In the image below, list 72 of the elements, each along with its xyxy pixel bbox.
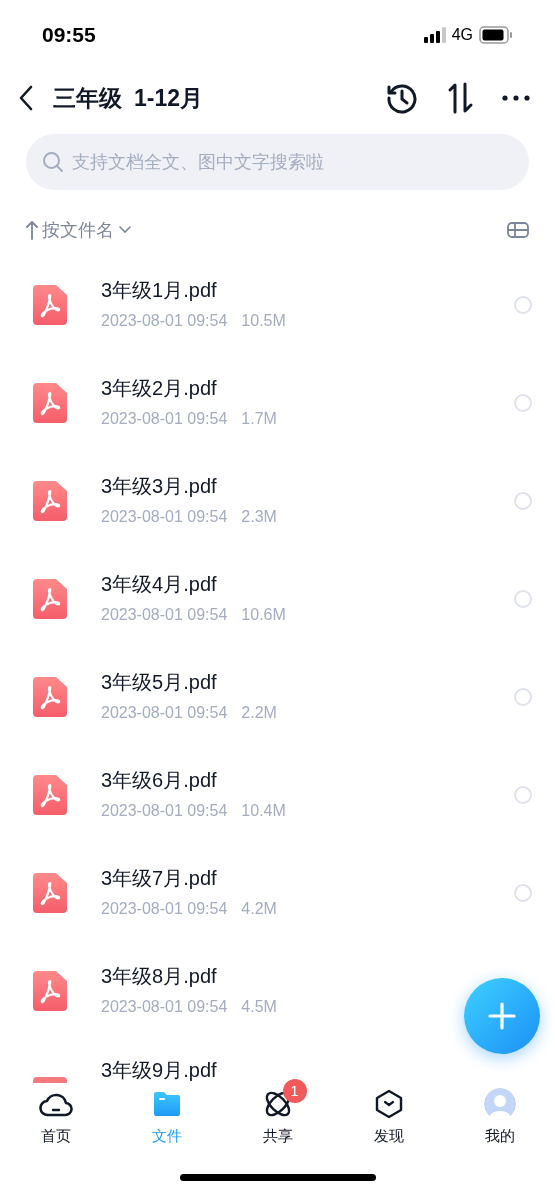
pdf-file-icon [33,285,67,325]
pdf-file-icon [33,1077,67,1083]
pdf-file-icon [33,775,67,815]
select-radio[interactable] [514,492,532,510]
file-date: 2023-08-01 09:54 [101,507,228,527]
file-date: 2023-08-01 09:54 [101,311,228,331]
file-size: 2.3M [241,507,277,527]
select-radio[interactable] [514,688,532,706]
file-name: 3年级6月.pdf [101,768,218,793]
file-name: 3年级1月.pdf [101,278,218,303]
file-row[interactable]: 3年级1月.pdf 2023-08-01 09:54 10.5M [0,256,555,354]
avatar-icon [483,1088,516,1120]
more-icon [502,95,530,101]
chevron-down-icon [118,225,132,235]
file-size: 4.2M [241,899,277,919]
signal-icon [423,27,446,43]
file-date: 2023-08-01 09:54 [101,801,228,821]
file-row[interactable]: 3年级6月.pdf 2023-08-01 09:54 10.4M [0,746,555,844]
history-button[interactable] [385,81,419,115]
file-size: 4.5M [241,997,277,1017]
pdf-file-icon [33,579,67,619]
file-row[interactable]: 3年级2月.pdf 2023-08-01 09:54 1.7M [0,354,555,452]
file-date: 2023-08-01 09:54 [101,997,228,1017]
folder-title: 三年级 [53,83,122,113]
file-name: 3年级7月.pdf [101,866,218,891]
select-radio[interactable] [514,590,532,608]
plus-icon [487,1001,517,1031]
file-size: 10.4M [241,801,286,821]
file-date: 2023-08-01 09:54 [101,703,228,723]
pdf-file-icon [33,873,67,913]
view-toggle-button[interactable] [507,220,529,240]
pdf-file-icon [33,971,67,1011]
file-date: 2023-08-01 09:54 [101,409,228,429]
file-name: 3年级8月.pdf [101,964,218,989]
search-icon [42,151,64,173]
battery-icon [479,26,513,44]
tab-item[interactable]: 首页 [0,1083,111,1148]
file-row[interactable]: 3年级3月.pdf 2023-08-01 09:54 2.3M [0,452,555,550]
tab-item[interactable]: 发现 [333,1083,444,1148]
network-label: 4G [451,25,473,45]
pdf-file-icon [33,481,67,521]
file-date: 2023-08-01 09:54 [101,899,228,919]
tab-item[interactable]: 我的 [444,1083,555,1148]
file-row[interactable]: 3年级7月.pdf 2023-08-01 09:54 4.2M [0,844,555,942]
status-time: 09:55 [42,22,96,49]
file-size: 10.6M [241,605,286,625]
sort-dropdown[interactable]: 按文件名 [26,216,132,244]
file-name: 3年级2月.pdf [101,376,218,401]
file-row[interactable]: 3年级8月.pdf 2023-08-01 09:54 4.5M [0,942,555,1040]
pdf-file-icon [33,677,67,717]
select-radio[interactable] [514,296,532,314]
file-row[interactable]: 3年级5月.pdf 2023-08-01 09:54 2.2M [0,648,555,746]
add-button[interactable] [464,978,540,1054]
select-radio[interactable] [514,884,532,902]
pdf-file-icon [33,383,67,423]
folder-subtitle: 1-12月 [134,83,204,113]
file-name: 3年级9月.pdf [101,1058,218,1083]
file-name: 3年级4月.pdf [101,572,218,597]
file-name: 3年级3月.pdf [101,474,218,499]
notification-badge: 1 [282,1079,307,1103]
folder-icon [151,1090,182,1118]
file-row[interactable]: 3年级4月.pdf 2023-08-01 09:54 10.6M [0,550,555,648]
file-date: 2023-08-01 09:54 [101,605,228,625]
file-size: 10.5M [241,311,286,331]
box-icon [373,1089,404,1119]
file-size: 1.7M [241,409,277,429]
arrow-up-icon [26,220,38,240]
file-name: 3年级5月.pdf [101,670,218,695]
select-radio[interactable] [514,394,532,412]
search-field[interactable]: 支持文档全文、图中文字搜索啦 [26,134,529,190]
select-radio[interactable] [514,786,532,804]
file-size: 2.2M [241,703,277,723]
